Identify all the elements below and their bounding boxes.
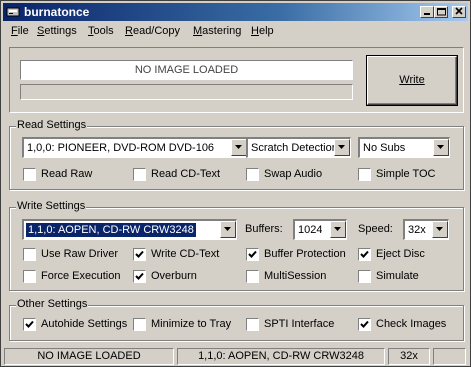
write-settings-group: Write Settings 1,1,0: AOPEN, CD-RW CRW32… xyxy=(9,200,464,291)
menu-tools[interactable]: Tools xyxy=(88,25,114,37)
menu-file[interactable]: File xyxy=(11,25,29,37)
read-settings-group: Read Settings 1,0,0: PIONEER, DVD-ROM DV… xyxy=(9,119,464,190)
checkbox-box[interactable] xyxy=(246,248,259,261)
checkbox-label: Overburn xyxy=(151,270,197,282)
checkbox-label: SPTI Interface xyxy=(264,318,335,330)
title-bar[interactable]: burnatonce xyxy=(3,3,468,21)
checkbox-box[interactable] xyxy=(23,168,36,181)
chevron-down-icon[interactable] xyxy=(433,139,449,156)
subs-value: No Subs xyxy=(363,142,406,154)
chevron-down-icon[interactable] xyxy=(432,221,448,238)
status-speed: 32x xyxy=(388,348,430,365)
minimize-button[interactable] xyxy=(420,6,434,18)
read-settings-title: Read Settings xyxy=(16,119,88,131)
checkbox-label: MultiSession xyxy=(264,270,327,282)
checkbox-box[interactable] xyxy=(246,318,259,331)
read-mode-value: Scratch Detection xyxy=(251,142,338,154)
chevron-down-icon[interactable] xyxy=(220,221,236,238)
write-button[interactable]: Write xyxy=(367,56,457,105)
main-window: burnatonce File Settings Tools Read/Copy… xyxy=(0,0,471,367)
checkbox-box[interactable] xyxy=(23,270,36,283)
read-mode-select[interactable]: Scratch Detection xyxy=(246,137,351,158)
checkbox-label: Autohide Settings xyxy=(41,318,128,330)
subs-select[interactable]: No Subs xyxy=(358,137,450,158)
status-extra xyxy=(433,348,466,365)
checkbox-box[interactable] xyxy=(23,318,36,331)
checkbox-box[interactable] xyxy=(246,168,259,181)
checkbox-box[interactable] xyxy=(358,248,371,261)
close-icon xyxy=(455,7,463,15)
check-icon xyxy=(360,250,369,258)
image-status-field: NO IMAGE LOADED xyxy=(20,60,353,80)
speed-label: Speed: xyxy=(358,223,393,235)
menu-read-copy[interactable]: Read/Copy xyxy=(125,25,180,37)
checkbox-label: Write CD-Text xyxy=(151,248,220,260)
checkbox-box[interactable] xyxy=(133,270,146,283)
menu-help[interactable]: Help xyxy=(251,25,274,37)
checkbox-label: Force Execution xyxy=(41,270,121,282)
chevron-down-icon[interactable] xyxy=(334,139,350,156)
checkbox-label: Check Images xyxy=(376,318,447,330)
check-icon xyxy=(25,320,34,328)
other-settings-group: Other Settings Autohide Settings Minimiz… xyxy=(9,298,464,341)
write-settings-title: Write Settings xyxy=(16,200,87,212)
checkbox-label: Simulate xyxy=(376,270,419,282)
minimize-icon xyxy=(424,13,430,15)
window-title: burnatonce xyxy=(24,5,90,19)
check-icon xyxy=(135,250,144,258)
checkbox-box[interactable] xyxy=(358,168,371,181)
checkbox-box[interactable] xyxy=(23,248,36,261)
checkbox-label: Use Raw Driver xyxy=(41,248,119,260)
progress-bar xyxy=(20,84,353,100)
buffers-value: 1024 xyxy=(298,224,323,236)
maximize-button[interactable] xyxy=(434,6,448,18)
speed-select[interactable]: 32x xyxy=(403,219,449,240)
checkbox-label: Buffer Protection xyxy=(264,248,346,260)
top-panel: NO IMAGE LOADED Write xyxy=(9,47,464,113)
read-drive-select[interactable]: 1,0,0: PIONEER, DVD-ROM DVD-106 xyxy=(22,137,248,158)
check-icon xyxy=(135,272,144,280)
buffers-label: Buffers: xyxy=(245,223,283,235)
check-icon xyxy=(360,320,369,328)
buffers-select[interactable]: 1024 xyxy=(293,219,347,240)
checkbox-label: Eject Disc xyxy=(376,248,425,260)
menu-mastering[interactable]: Mastering xyxy=(193,25,241,37)
maximize-icon xyxy=(437,8,446,16)
checkbox-label: Read CD-Text xyxy=(151,168,221,180)
checkbox-box[interactable] xyxy=(133,248,146,261)
app-icon xyxy=(6,5,20,19)
chevron-down-icon[interactable] xyxy=(330,221,346,238)
check-icon xyxy=(248,250,257,258)
checkbox-label: Read Raw xyxy=(41,168,93,180)
chevron-down-icon[interactable] xyxy=(231,139,247,156)
menu-settings[interactable]: Settings xyxy=(37,25,77,37)
checkbox-box[interactable] xyxy=(246,270,259,283)
write-drive-value: 1,1,0: AOPEN, CD-RW CRW3248 xyxy=(26,223,196,237)
checkbox-label: Simple TOC xyxy=(376,168,436,180)
checkbox-box[interactable] xyxy=(133,318,146,331)
close-button[interactable] xyxy=(452,6,466,18)
menu-bar: File Settings Tools Read/Copy Mastering … xyxy=(3,22,468,40)
other-settings-title: Other Settings xyxy=(16,298,89,310)
status-drive: 1,1,0: AOPEN, CD-RW CRW3248 xyxy=(177,348,385,365)
checkbox-box[interactable] xyxy=(358,270,371,283)
speed-value: 32x xyxy=(408,224,426,236)
read-drive-value: 1,0,0: PIONEER, DVD-ROM DVD-106 xyxy=(27,142,215,154)
checkbox-box[interactable] xyxy=(358,318,371,331)
checkbox-label: Minimize to Tray xyxy=(151,318,232,330)
checkbox-box[interactable] xyxy=(133,168,146,181)
status-image: NO IMAGE LOADED xyxy=(4,348,174,365)
checkbox-label: Swap Audio xyxy=(264,168,323,180)
write-drive-select[interactable]: 1,1,0: AOPEN, CD-RW CRW3248 xyxy=(22,219,237,240)
